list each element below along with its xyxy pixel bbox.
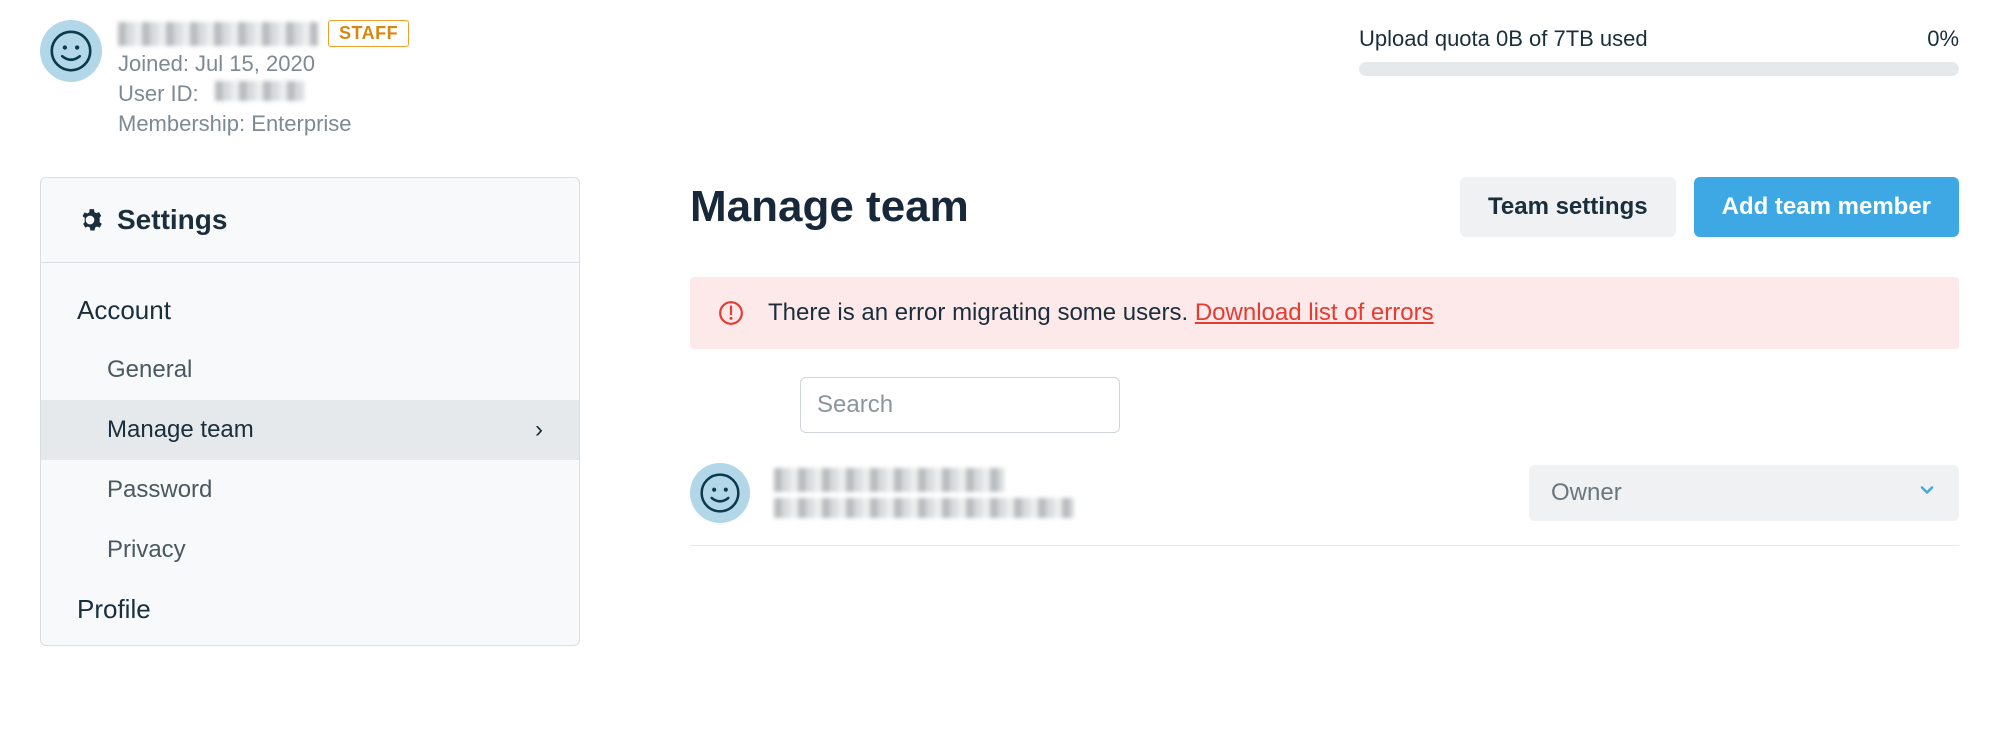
sidebar-item-label: Privacy [107,536,186,564]
quota-label: Upload quota 0B of 7TB used [1359,26,1648,52]
page-title: Manage team [690,182,969,232]
user-joined: Joined: Jul 15, 2020 [118,51,409,77]
sidebar-header: Settings [41,178,579,263]
role-select[interactable]: Owner [1529,465,1959,521]
user-summary: STAFF Joined: Jul 15, 2020 User ID: Memb… [40,20,409,137]
sidebar-item-label: Password [107,476,212,504]
quota-percent: 0% [1927,26,1959,52]
role-value: Owner [1551,479,1622,507]
gear-icon [77,207,103,233]
quota-progress-bar [1359,62,1959,76]
sidebar-item-general[interactable]: General [41,340,579,400]
sidebar-item-privacy[interactable]: Privacy [41,520,579,580]
sidebar-item-manage-team[interactable]: Manage team › [41,400,579,460]
sidebar-group-account: Account [41,281,579,340]
member-avatar [690,463,750,523]
search-box[interactable] [800,377,1120,433]
alert-text: There is an error migrating some users. [768,299,1195,326]
alert-icon [718,300,744,326]
user-id-row: User ID: [118,81,409,107]
sidebar-item-label: General [107,356,192,384]
user-id-redacted [215,81,305,101]
sidebar-title: Settings [117,204,227,236]
sidebar-item-password[interactable]: Password [41,460,579,520]
member-name-redacted [774,468,1004,492]
error-alert: There is an error migrating some users. … [690,277,1959,349]
user-membership: Membership: Enterprise [118,111,409,137]
settings-sidebar: Settings Account General Manage team › P… [40,177,580,646]
member-email-redacted [774,498,1074,518]
avatar-face-icon [50,30,92,72]
add-team-member-button[interactable]: Add team member [1694,177,1959,237]
main-content: Manage team Team settings Add team membe… [690,177,1959,546]
user-name-redacted [118,22,318,46]
chevron-down-icon [1917,479,1937,507]
team-settings-button[interactable]: Team settings [1460,177,1676,237]
user-id-label: User ID: [118,81,199,106]
download-errors-link[interactable]: Download list of errors [1195,299,1434,326]
avatar [40,20,102,82]
avatar-face-icon [700,473,740,513]
sidebar-item-label: Manage team [107,416,254,444]
team-member-row: Owner [690,453,1959,546]
sidebar-group-profile: Profile [41,580,579,639]
chevron-right-icon: › [535,416,543,444]
staff-badge: STAFF [328,20,409,47]
search-input[interactable] [817,391,1127,419]
upload-quota: Upload quota 0B of 7TB used 0% [1359,26,1959,76]
